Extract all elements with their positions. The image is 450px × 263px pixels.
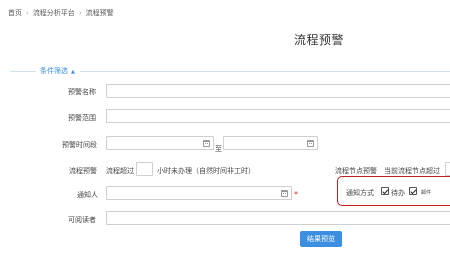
warning-period-start-field[interactable] [106,136,214,156]
required-marker: * [294,190,298,199]
node-warning-field[interactable] [445,162,450,176]
warning-name-label: 预警名称 [68,88,96,96]
warning-scope-field[interactable] [106,109,450,129]
caret-up-icon: ▲ [71,69,75,75]
address-book-icon[interactable] [281,190,288,197]
breadcrumb-separator: › [26,9,29,17]
notify-person-field[interactable] [106,186,292,206]
notify-method-label: 通知方式 [346,189,374,197]
checkbox-email-label: 邮件 [421,190,432,196]
node-warning-prefix: 当前流程节点超过 [384,167,440,175]
process-warning-prefix: 流程超过 [106,167,134,175]
readers-input[interactable] [107,219,450,231]
warning-name-field[interactable] [106,84,450,104]
checkbox-todo[interactable] [381,187,389,195]
breadcrumb: 首页 › 流程分析平台 › 流程预警 [8,8,114,18]
checkbox-email[interactable] [409,187,417,195]
warning-scope-label: 预警范围 [68,114,96,122]
period-to-label: 至 [215,145,222,153]
breadcrumb-separator: › [78,9,82,17]
breadcrumb-current: 流程预警 [85,9,114,17]
filter-label: 条件筛选 [40,67,68,75]
readers-label: 可阅读者 [68,216,96,224]
readers-field[interactable] [106,211,450,231]
process-warning-hours-field[interactable] [136,162,153,182]
node-warning-label: 流程节点预警 [335,167,377,175]
warning-period-label: 预警时间段 [62,141,97,149]
notify-person-input[interactable] [107,194,291,206]
preview-results-button[interactable]: 结果预览 [300,231,342,247]
breadcrumb-platform[interactable]: 流程分析平台 [33,9,75,17]
process-warning-suffix: 小时未办理（自然时间非工时） [157,167,255,175]
warning-period-end-field[interactable] [223,136,318,156]
notify-person-label: 通知人 [77,191,98,199]
calendar-icon[interactable] [203,140,210,147]
process-warning-hours-input[interactable] [137,170,152,182]
warning-period-end-input[interactable] [224,144,317,156]
checkbox-todo-label: 待办 [391,189,405,197]
filter-toggle[interactable]: 条件筛选 ▲ [36,66,80,76]
process-warning-label: 流程预警 [69,167,97,175]
breadcrumb-home[interactable]: 首页 [8,9,22,17]
warning-scope-input[interactable] [107,117,450,129]
warning-name-input[interactable] [107,92,450,104]
filter-section-header[interactable]: 条件筛选 ▲ [0,66,450,76]
warning-period-start-input[interactable] [107,144,213,156]
page-title: 流程预警 [294,33,345,47]
calendar-icon[interactable] [307,140,314,147]
